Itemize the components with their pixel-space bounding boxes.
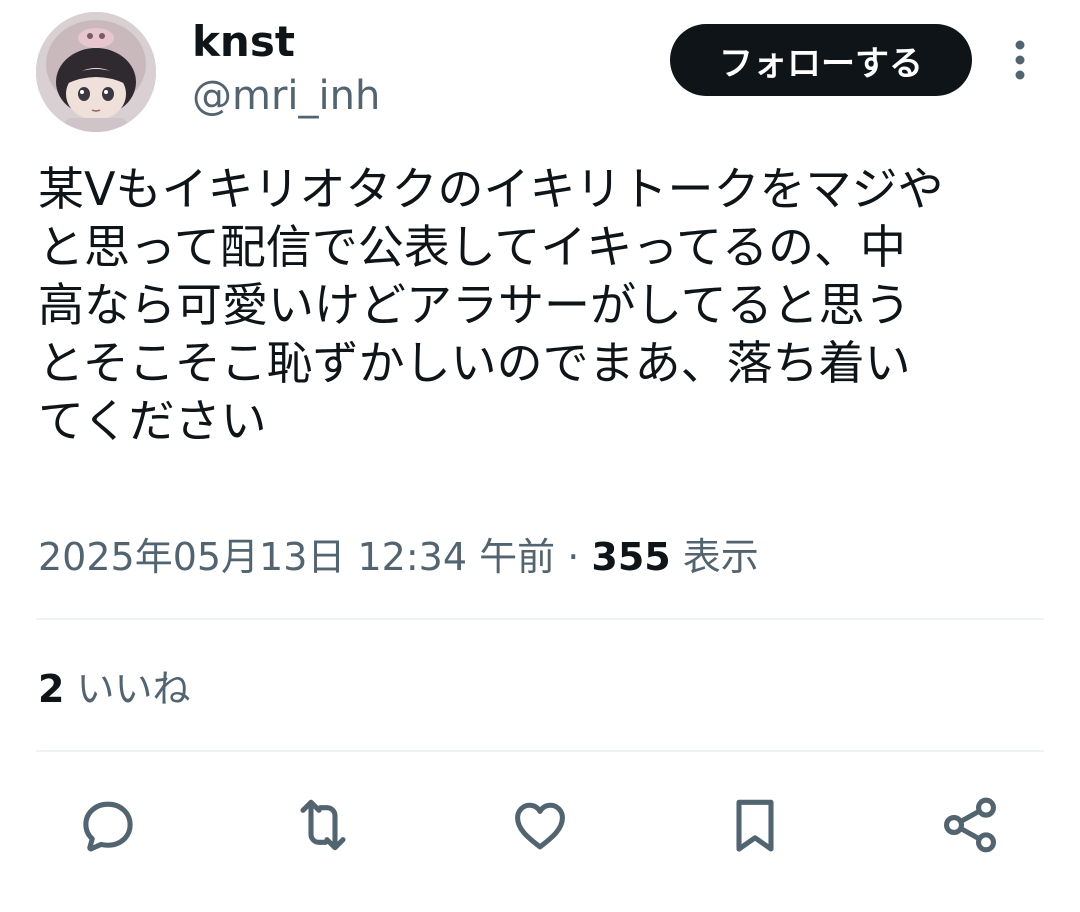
like-icon (515, 802, 565, 850)
tweet-detail: knst @mri_inh フォローする 某Vもイキリオタクのイキリトークをマジ… (0, 0, 1080, 912)
retweet-button[interactable] (288, 790, 358, 860)
divider (36, 750, 1044, 752)
author-handle[interactable]: @mri_inh (192, 70, 380, 122)
share-icon (944, 797, 996, 853)
divider (36, 618, 1044, 620)
bookmark-button[interactable] (720, 790, 790, 860)
more-options-button[interactable] (1000, 38, 1040, 82)
follow-button[interactable]: フォローする (670, 24, 972, 96)
meta-separator: · (567, 535, 580, 579)
like-button[interactable] (505, 790, 575, 860)
tweet-timestamp[interactable]: 2025年05月13日 12:34 午前 (38, 535, 555, 579)
reply-button[interactable] (73, 790, 143, 860)
share-button[interactable] (935, 790, 1005, 860)
views-label: 表示 (682, 535, 759, 579)
likes-summary[interactable]: 2 いいね (38, 664, 191, 714)
bookmark-icon (736, 799, 774, 852)
views-count: 355 (591, 535, 671, 579)
tweet-text: 某Vもイキリオタクのイキリトークをマジや と思って配信で公表してイキってるの、中… (38, 162, 944, 448)
avatar-image (36, 12, 156, 132)
likes-label: いいね (76, 667, 191, 711)
more-vertical-icon (1015, 40, 1025, 80)
retweet-icon (300, 799, 346, 851)
likes-count: 2 (38, 667, 65, 711)
author-display-name[interactable]: knst (192, 16, 295, 68)
avatar[interactable] (36, 12, 156, 132)
tweet-meta: 2025年05月13日 12:34 午前 · 355 表示 (38, 532, 759, 582)
reply-icon (83, 801, 133, 852)
